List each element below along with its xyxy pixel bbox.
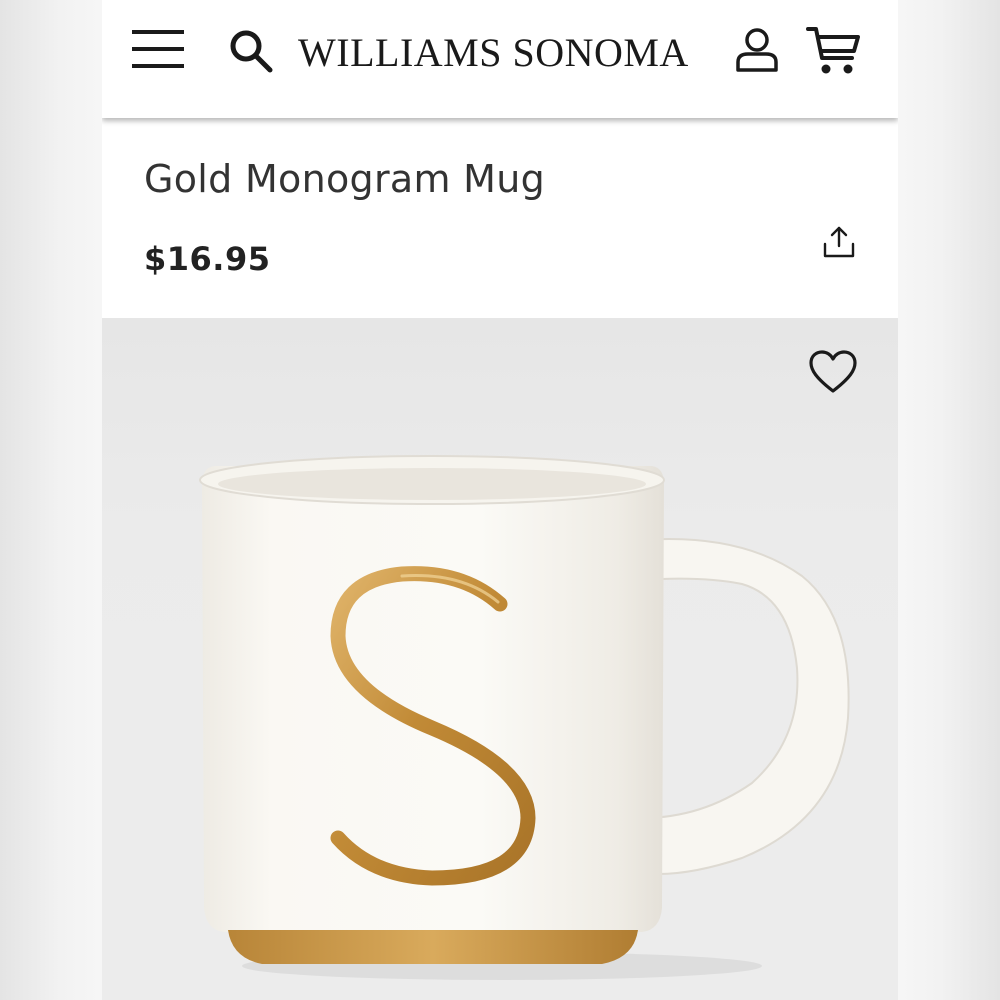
brand-logo[interactable]: WILLIAMS SONOMA	[298, 30, 718, 76]
product-title: Gold Monogram Mug	[144, 157, 546, 201]
product-image[interactable]	[102, 318, 898, 1000]
heart-icon[interactable]	[808, 350, 858, 396]
cart-icon[interactable]	[806, 24, 862, 76]
site-header: WILLIAMS SONOMA	[102, 0, 898, 118]
share-icon[interactable]	[820, 224, 858, 262]
hamburger-menu-icon[interactable]	[130, 26, 186, 72]
search-icon[interactable]	[228, 28, 274, 74]
account-icon[interactable]	[734, 26, 780, 74]
product-page-screen: WILLIAMS SONOMA Gold Monogram Mug $16.95	[102, 0, 898, 1000]
product-price: $16.95	[144, 240, 271, 278]
mug-image	[102, 455, 898, 1000]
